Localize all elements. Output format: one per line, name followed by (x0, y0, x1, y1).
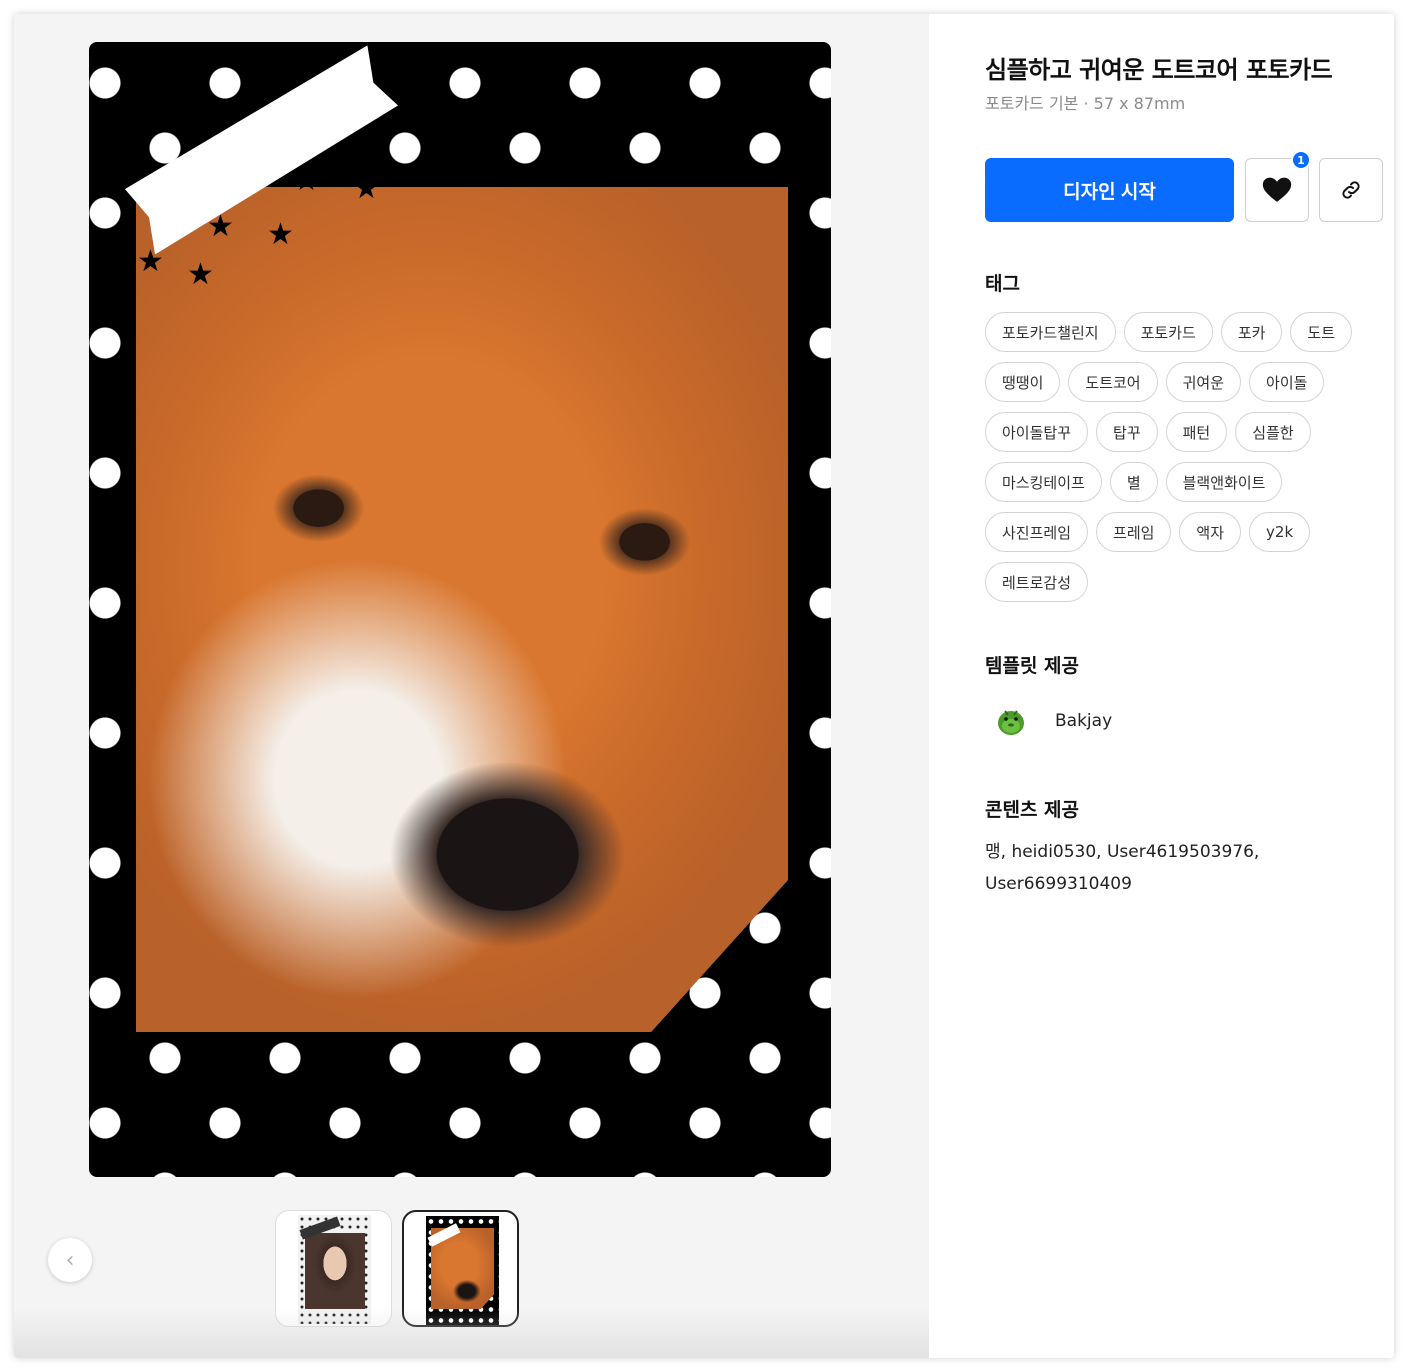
tag-chip[interactable]: 땡땡이 (985, 362, 1061, 402)
tag-chip[interactable]: 아이돌 (1249, 362, 1325, 402)
copy-link-button[interactable] (1319, 158, 1383, 222)
star-icon: ★ (267, 217, 294, 252)
tag-chip[interactable]: 귀여운 (1165, 362, 1242, 402)
tag-chip[interactable]: 도트코어 (1068, 362, 1158, 402)
template-provider-title: 템플릿 제공 (985, 655, 1080, 677)
tag-list: 포토카드챌린지 포토카드 포카 도트땡땡이 도트코어 귀여운 아이돌아이돌탑꾸 탑꾸 패턴 심플한… (985, 312, 1385, 602)
product-subtitle: 포토카드 기본 · 57 x 87mm (985, 94, 1186, 113)
product-title: 심플하고 귀여운 도트코어 포토카드 (985, 56, 1333, 84)
tag-chip[interactable]: 포카 (1220, 312, 1283, 352)
prev-slide-button[interactable]: ‹ (48, 1238, 92, 1282)
tag-chip[interactable]: 포토카드챌린지 (985, 312, 1116, 352)
tags-title: 태그 (985, 273, 1020, 295)
photocard-preview: ★ ★ ★ ★ ★ ★ (89, 42, 831, 1177)
tag-chip[interactable]: 액자 (1179, 512, 1242, 552)
dog-photo (136, 187, 788, 1032)
link-icon (1342, 181, 1360, 199)
start-design-button[interactable]: 디자인 시작 (985, 158, 1234, 222)
star-icon: ★ (137, 244, 164, 279)
tag-chip[interactable]: 레트로감성 (985, 562, 1089, 602)
contents-provider-list: 맹, heidi0530, User4619503976, User669931… (985, 842, 1260, 894)
star-icon: ★ (207, 209, 234, 244)
preview-pane: ★ ★ ★ ★ ★ ★ ‹ (14, 14, 929, 1358)
avatar (985, 702, 1037, 740)
template-provider-name: Bakjay (1055, 711, 1113, 731)
heart-icon (1262, 177, 1292, 202)
like-count-badge: 1 (1291, 150, 1311, 170)
tag-chip[interactable]: 프레임 (1096, 512, 1172, 552)
tag-chip[interactable]: y2k (1249, 512, 1311, 552)
template-provider[interactable]: Bakjay (985, 702, 1112, 740)
tag-chip[interactable]: 사진프레임 (985, 512, 1089, 552)
chevron-left-icon: ‹ (65, 1247, 75, 1273)
bottom-fade (14, 1308, 929, 1358)
thumbnail-photo (305, 1233, 365, 1309)
tag-chip[interactable]: 심플한 (1235, 412, 1311, 452)
tag-chip[interactable]: 도트 (1290, 312, 1353, 352)
tag-chip[interactable]: 아이돌탑꾸 (985, 412, 1089, 452)
star-icon: ★ (187, 257, 214, 292)
tag-chip[interactable]: 마스킹테이프 (985, 462, 1102, 502)
template-detail-modal: ★ ★ ★ ★ ★ ★ ‹ 심플하고 귀여운 도트코어 포토카드 포토카드 기본… (14, 14, 1394, 1358)
contents-provider-title: 콘텐츠 제공 (985, 799, 1080, 821)
details-pane: 심플하고 귀여운 도트코어 포토카드 포토카드 기본 · 57 x 87mm 디… (929, 14, 1394, 1358)
tag-chip[interactable]: 블랙앤화이트 (1165, 462, 1283, 502)
star-icon: ★ (293, 163, 320, 198)
tag-chip[interactable]: 탑꾸 (1096, 412, 1158, 452)
tag-chip[interactable]: 별 (1109, 462, 1158, 502)
tag-chip[interactable]: 패턴 (1165, 412, 1228, 452)
star-icon: ★ (353, 171, 380, 206)
tag-chip[interactable]: 포토카드 (1123, 312, 1213, 352)
